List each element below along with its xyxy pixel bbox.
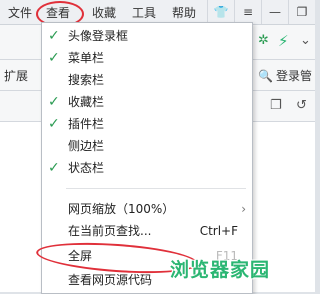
window-controls: 👕 ≡ — ❐ [207,0,315,24]
menu-item-find[interactable]: 在当前页查找... Ctrl+F [42,220,252,242]
lightning-icon[interactable]: ⚡ [278,32,289,50]
menu-item-menubar[interactable]: ✓ 菜单栏 [42,47,252,69]
refresh-icon[interactable]: ✲ [258,33,269,48]
menu-item-sidebar[interactable]: 侧边栏 [42,135,252,157]
back-icon[interactable]: ↺ [296,98,307,113]
menu-tools[interactable]: 工具 [132,4,156,21]
login-manager-button[interactable]: 🔍 登录管 [258,67,312,84]
menu-separator [66,188,246,189]
skin-icon[interactable]: 👕 [207,0,234,24]
menu-item-statusbar[interactable]: ✓ 状态栏 [42,157,252,179]
extensions-label[interactable]: 扩展 [4,67,28,84]
menu-item-favbar[interactable]: ✓ 收藏栏 [42,91,252,113]
check-icon: ✓ [48,160,60,176]
menu-favorites[interactable]: 收藏 [92,4,116,21]
restore-icon[interactable]: ❐ [288,0,315,24]
check-icon: ✓ [48,50,60,66]
menu-item-zoom[interactable]: 网页缩放（100%） › [42,198,252,220]
copy-icon[interactable]: ❐ [270,98,282,113]
menu-help[interactable]: 帮助 [172,4,196,21]
menu-item-avatar-login[interactable]: ✓ 头像登录框 [42,25,252,47]
chevron-down-icon[interactable]: ⌄ [300,33,311,48]
minimize-icon[interactable]: — [261,0,288,24]
login-manager-label: 登录管 [275,69,312,83]
menu-file[interactable]: 文件 [8,4,32,21]
search-icon: 🔍 [258,68,273,83]
check-icon: ✓ [48,94,60,110]
site-watermark: 浏览器家园 [170,259,271,281]
check-icon: ✓ [48,116,60,132]
chevron-right-icon: › [241,202,246,216]
check-icon: ✓ [48,28,60,44]
menu-item-pluginbar[interactable]: ✓ 插件栏 [42,113,252,135]
menu-item-searchbar[interactable]: 搜索栏 [42,69,252,91]
menu-icon[interactable]: ≡ [234,0,261,24]
